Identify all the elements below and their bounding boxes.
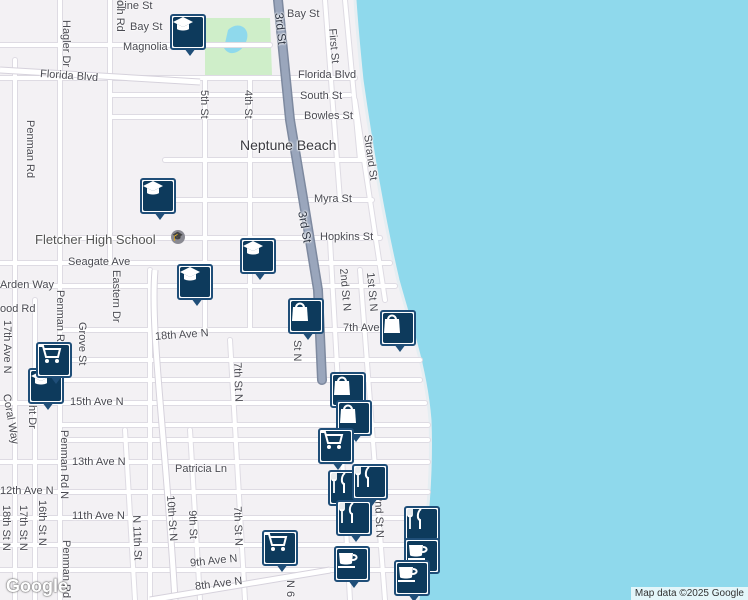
street-18th-st-n: 18th St N bbox=[0, 505, 12, 551]
poi-marker[interactable] bbox=[404, 506, 440, 548]
street-4th-st: 4th St bbox=[242, 90, 254, 119]
street-7th-st-n: 7th St N bbox=[231, 362, 245, 403]
place-label: Neptune Beach bbox=[240, 137, 337, 153]
restaurant-icon bbox=[339, 502, 369, 533]
street-eastern-dr: Eastern Dr bbox=[110, 270, 122, 323]
poi-marker[interactable] bbox=[394, 560, 430, 600]
shopping-bag-icon bbox=[383, 313, 413, 343]
poi-marker[interactable] bbox=[140, 178, 176, 220]
street-magnolia: Magnolia bbox=[123, 41, 168, 53]
poi-marker[interactable] bbox=[240, 238, 276, 280]
shopping-cart-icon bbox=[39, 345, 69, 375]
street-grove-st: Grove St bbox=[76, 322, 88, 366]
poi-marker[interactable] bbox=[262, 530, 298, 572]
street-13th-ave-n: 13th Ave N bbox=[72, 456, 126, 468]
street-wood-rd: ood Rd bbox=[0, 303, 36, 315]
shopping-bag-icon bbox=[291, 301, 321, 331]
street-7th-st-n-low: 7th St N bbox=[231, 506, 245, 547]
poi-marker[interactable] bbox=[170, 14, 206, 56]
street-rd-fragment: olh Rd bbox=[114, 0, 126, 32]
street-n-11th-st: N 11th St bbox=[130, 515, 144, 561]
poi-marker[interactable] bbox=[318, 428, 354, 470]
restaurant-icon bbox=[407, 508, 437, 539]
street-5th-st: 5th St bbox=[198, 90, 210, 119]
street-17th-st-n: 17th St N bbox=[17, 505, 29, 551]
map-attribution[interactable]: Map data ©2025 Google bbox=[630, 587, 748, 600]
poi-marker[interactable] bbox=[36, 342, 72, 384]
school-icon bbox=[243, 241, 273, 271]
street-n-6: N 6 bbox=[284, 580, 296, 598]
street-11th-ave-n: 11th Ave N bbox=[72, 510, 125, 522]
school-label: Fletcher High School bbox=[35, 232, 156, 247]
street-seagate-ave: Seagate Ave bbox=[68, 256, 131, 268]
google-logo[interactable]: Google bbox=[6, 576, 68, 597]
poi-marker[interactable] bbox=[177, 264, 213, 306]
restaurant-icon bbox=[355, 466, 385, 497]
school-icon bbox=[173, 17, 203, 47]
poi-marker[interactable] bbox=[352, 464, 388, 506]
street-florida-blvd-e: Florida Blvd bbox=[298, 69, 357, 81]
street-penman-rd-mid: Penman Rd bbox=[54, 290, 66, 349]
street-penman-rd-top: Penman Rd bbox=[24, 120, 36, 179]
street-hopkins-st: Hopkins St bbox=[320, 231, 374, 243]
street-16th-st-n: 16th St N bbox=[36, 500, 48, 546]
map-canvas[interactable]: Neptune Beach Fletcher High School 🎓 Pin… bbox=[0, 0, 748, 600]
street-myra-st: Myra St bbox=[314, 193, 352, 205]
school-place-icon: 🎓 bbox=[171, 230, 185, 244]
poi-marker[interactable] bbox=[334, 546, 370, 588]
street-south-st: South St bbox=[300, 90, 343, 102]
cafe-icon bbox=[337, 549, 367, 579]
street-12th-ave-n: 12th Ave N bbox=[0, 485, 54, 497]
cafe-icon bbox=[397, 563, 427, 593]
school-icon bbox=[180, 267, 210, 297]
shopping-cart-icon bbox=[321, 431, 351, 461]
street-arden-way: Arden Way bbox=[0, 279, 55, 291]
street-9th-st: 9th St bbox=[186, 510, 200, 540]
street-bowles-st: Bowles St bbox=[304, 110, 353, 122]
poi-marker[interactable] bbox=[380, 310, 416, 352]
street-hagler-dr: Hagler Dr bbox=[60, 20, 72, 68]
street-ht-dr: ht Dr bbox=[26, 405, 38, 429]
street-7th-ave: 7th Ave bbox=[343, 322, 380, 334]
street-penman-rd-n: Penman Rd N bbox=[58, 430, 70, 500]
shopping-cart-icon bbox=[265, 533, 295, 563]
street-bay-st-w: Bay St bbox=[130, 21, 163, 33]
street-15th-ave-n: 15th Ave N bbox=[70, 396, 124, 408]
street-bay-st-e: Bay St bbox=[287, 8, 320, 20]
street-3rd-st-low: St N bbox=[291, 340, 303, 362]
street-17th-ave-n-w: 17th Ave N bbox=[1, 320, 13, 374]
poi-marker[interactable] bbox=[288, 298, 324, 340]
street-patricia-ln: Patricia Ln bbox=[175, 463, 227, 475]
school-icon bbox=[143, 181, 173, 211]
